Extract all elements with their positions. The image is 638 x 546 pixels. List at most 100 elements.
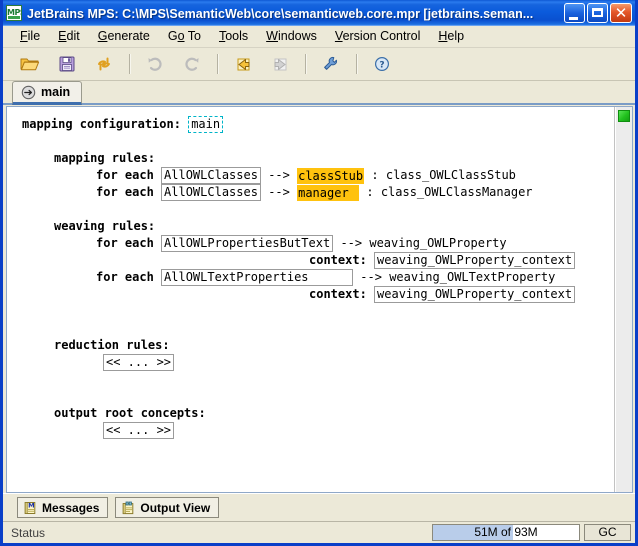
colon-glyph: :: [371, 168, 379, 182]
arrow-glyph: -->: [360, 270, 382, 284]
editor-frame: mapping configuration: main mapping rule…: [6, 106, 633, 493]
toolbar-separator: [305, 54, 307, 74]
toolbar-separator: [129, 54, 131, 74]
arrow-glyph: -->: [268, 185, 290, 199]
for-each-label: for each: [96, 168, 154, 182]
colon-glyph: :: [366, 185, 374, 199]
output-view-button-label: Output View: [140, 500, 211, 515]
messages-icon: M: [23, 501, 37, 515]
reduction-rules-label: reduction rules:: [54, 338, 170, 352]
editor-canvas[interactable]: mapping configuration: main mapping rule…: [7, 107, 615, 492]
weaving-rules-label: weaving rules:: [54, 219, 156, 233]
mapping-configuration-name-cell[interactable]: main: [188, 116, 224, 133]
weaving-rule-source-cell[interactable]: AllOWLPropertiesButText: [161, 235, 334, 252]
for-each-label: for each: [96, 270, 154, 284]
toolbar: ?: [3, 48, 635, 81]
forward-icon[interactable]: [265, 51, 295, 77]
title-bar: MPS JetBrains MPS: C:\MPS\SemanticWeb\co…: [3, 0, 635, 26]
redo-icon[interactable]: [177, 51, 207, 77]
editor-area: mapping configuration: main mapping rule…: [3, 105, 635, 493]
menu-item-edit[interactable]: Edit: [49, 27, 89, 46]
mapping-rule-row: for each AllOWLClasses --> classStub : c…: [12, 167, 614, 184]
output-root-concepts-label: output root concepts:: [54, 406, 206, 420]
menu-item-windows[interactable]: Windows: [257, 27, 326, 46]
reduction-rules-placeholder-row: << ... >>: [12, 354, 614, 371]
menu-item-tools[interactable]: Tools: [210, 27, 257, 46]
toolbar-separator: [356, 54, 358, 74]
weaving-rule-source-cell[interactable]: AllOWLTextProperties: [161, 269, 354, 286]
editor-marker-gutter[interactable]: [615, 107, 632, 492]
maximize-button[interactable]: [587, 3, 608, 23]
memory-indicator-label: 51M of 93M: [474, 525, 538, 539]
back-icon[interactable]: [228, 51, 258, 77]
minimize-button[interactable]: [564, 3, 585, 23]
weaving-context-cell[interactable]: weaving_OWLProperty_context: [374, 286, 576, 303]
refresh-icon[interactable]: [89, 51, 119, 77]
application-window: MPS JetBrains MPS: C:\MPS\SemanticWeb\co…: [0, 0, 638, 546]
status-message: Status: [11, 525, 46, 540]
memory-indicator[interactable]: 51M of 93M: [432, 524, 580, 541]
menu-bar: File Edit Generate Go To Tools Windows V…: [3, 26, 635, 48]
weaving-rule-target[interactable]: weaving_OWLTextProperty: [389, 269, 555, 286]
arrow-circle-icon: [21, 85, 36, 100]
tab-label: main: [41, 85, 71, 99]
mapping-rule-source-cell[interactable]: AllOWLClasses: [161, 184, 261, 201]
window-title: JetBrains MPS: C:\MPS\SemanticWeb\core\s…: [27, 6, 534, 21]
close-button[interactable]: ✕: [610, 3, 632, 23]
status-marker-ok-icon[interactable]: [618, 110, 630, 122]
settings-wrench-icon[interactable]: [316, 51, 346, 77]
app-icon: MPS: [6, 5, 22, 21]
mapping-rule-template[interactable]: class_OWLClassManager: [381, 184, 533, 201]
toolbar-separator: [217, 54, 219, 74]
arrow-glyph: -->: [340, 236, 363, 250]
menu-item-version-control[interactable]: Version Control: [326, 27, 429, 46]
output-view-button[interactable]: Output View: [115, 497, 220, 518]
mapping-configuration-line: mapping configuration: main: [12, 116, 614, 133]
mapping-rule-template[interactable]: class_OWLClassStub: [386, 167, 516, 184]
weaving-rule-target[interactable]: weaving_OWLProperty: [369, 235, 506, 252]
mapping-rule-source-cell[interactable]: AllOWLClasses: [161, 167, 261, 184]
undo-icon[interactable]: [140, 51, 170, 77]
mapping-rule-target-cell[interactable]: manager: [297, 184, 360, 201]
reduction-rules-placeholder-cell[interactable]: << ... >>: [103, 354, 175, 371]
bottom-tool-window-bar: M Messages Output View: [3, 493, 635, 521]
mapping-rule-target-cell[interactable]: classStub: [297, 167, 365, 184]
arrow-glyph: -->: [268, 168, 290, 182]
svg-text:?: ?: [379, 61, 384, 71]
menu-item-generate[interactable]: Generate: [89, 27, 159, 46]
app-icon-label: MPS: [7, 8, 21, 17]
mapping-rules-label: mapping rules:: [54, 151, 156, 165]
close-icon: ✕: [614, 4, 628, 22]
garbage-collect-button[interactable]: GC: [584, 524, 631, 541]
weaving-rule-row: for each AllOWLTextProperties --> weavin…: [12, 269, 614, 286]
menu-item-file[interactable]: File: [11, 27, 49, 46]
svg-text:M: M: [28, 501, 34, 509]
output-root-concepts-placeholder-cell[interactable]: << ... >>: [103, 422, 175, 439]
messages-button-label: Messages: [42, 500, 100, 515]
save-icon[interactable]: [52, 51, 82, 77]
context-label: context:: [309, 287, 367, 301]
weaving-context-row: context: weaving_OWLProperty_context: [12, 286, 614, 303]
for-each-label: for each: [96, 185, 154, 199]
tab-main[interactable]: main: [12, 81, 83, 105]
output-root-concepts-placeholder-row: << ... >>: [12, 422, 614, 439]
mapping-configuration-keyword: mapping configuration:: [22, 117, 181, 131]
open-folder-icon[interactable]: [15, 51, 45, 77]
help-icon[interactable]: ?: [367, 51, 397, 77]
weaving-context-cell[interactable]: weaving_OWLProperty_context: [374, 252, 576, 269]
for-each-label: for each: [96, 236, 154, 250]
output-view-icon: [121, 501, 135, 515]
context-label: context:: [309, 253, 367, 267]
window-controls: ✕: [564, 3, 633, 23]
weaving-rule-row: for each AllOWLPropertiesButText --> wea…: [12, 235, 614, 252]
menu-item-goto[interactable]: Go To: [159, 27, 210, 46]
menu-item-help[interactable]: Help: [429, 27, 473, 46]
messages-button[interactable]: M Messages: [17, 497, 109, 518]
editor-tab-strip: main: [3, 81, 635, 105]
